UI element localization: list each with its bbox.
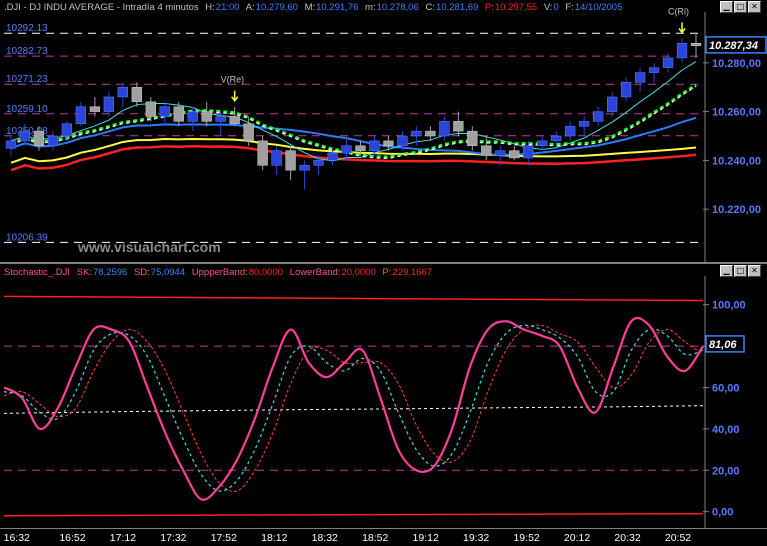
candle-body xyxy=(453,121,464,132)
candle-body xyxy=(341,145,352,154)
candle-body xyxy=(634,72,646,83)
time-axis-label: 20:32 xyxy=(614,532,641,544)
stoch-y-tick-label: 100,00 xyxy=(712,300,746,312)
current-price-label: 10.287,34 xyxy=(709,40,758,52)
stoch-upper-envelope xyxy=(3,295,704,302)
stoch-y-tick-label: 0,00 xyxy=(712,507,733,519)
time-axis-label: 20:12 xyxy=(563,532,591,544)
candle-body xyxy=(481,145,492,156)
candle-body xyxy=(690,43,702,46)
stoch-y-tick-label: 40,00 xyxy=(712,424,740,436)
time-axis-label: 19:32 xyxy=(463,532,490,544)
time-axis-label: 19:12 xyxy=(412,532,439,544)
time-axis: 16:32 16:52 17:12 17:32 17:52 18:12 18:32 18:52… xyxy=(0,528,767,546)
candle-body xyxy=(495,150,506,156)
red-moving-average xyxy=(10,145,697,172)
price-y-tick-label: 10.260,00 xyxy=(712,107,761,119)
candle-body xyxy=(61,123,73,137)
candle-body xyxy=(5,140,17,149)
annotation-arrow xyxy=(678,22,686,34)
candle-body xyxy=(313,160,324,166)
candle-body xyxy=(606,96,618,112)
candle-body xyxy=(648,67,660,73)
time-axis-label: 18:12 xyxy=(261,532,288,544)
blue-moving-average xyxy=(10,116,697,156)
candle-body xyxy=(285,150,296,171)
candle-body xyxy=(117,86,128,98)
time-axis-label: 18:32 xyxy=(311,532,338,544)
time-axis-label: 19:52 xyxy=(513,532,540,544)
candle-body xyxy=(159,106,170,117)
candle-body xyxy=(593,111,604,122)
candle-body xyxy=(397,135,408,147)
candle-body xyxy=(467,130,478,147)
time-axis-label: 16:32 xyxy=(3,532,30,544)
price-chart-svg: 10292.1310282.7310271.2310259.1010250.08… xyxy=(4,6,767,262)
stochastic-panel: Stochastic_.DJI SK:78,2596 SD:75,0944 Up… xyxy=(0,264,767,528)
time-axis-label: 16:52 xyxy=(59,532,86,544)
candle-body xyxy=(299,165,310,171)
candle-body xyxy=(257,140,268,166)
candle-body xyxy=(229,116,240,125)
candle-body xyxy=(75,106,87,125)
candle-body xyxy=(537,140,548,147)
annotation-label: V(Re) xyxy=(221,75,245,85)
stochastic-chart-svg: 100,0080,0060,0040,0020,000,0081,06 xyxy=(3,276,746,528)
stoch-lower-envelope xyxy=(3,512,704,517)
candle-body xyxy=(145,101,156,117)
stoch-y-tick-label: 60,00 xyxy=(712,382,740,394)
candle-body xyxy=(509,150,520,159)
time-axis-label: 17:32 xyxy=(160,532,187,544)
stoch-y-tick-label: 20,00 xyxy=(712,465,740,477)
candle-body xyxy=(369,140,380,151)
time-axis-label: 17:12 xyxy=(109,532,137,544)
level-label: 10206.39 xyxy=(6,232,48,243)
price-chart-panel: .DJI - DJ INDU AVERAGE - Intradía 4 minu… xyxy=(0,0,767,262)
candle-body xyxy=(33,130,45,147)
level-label: 10292.13 xyxy=(6,23,48,34)
time-axis-label: 20:52 xyxy=(664,532,692,544)
candle-body xyxy=(19,130,31,142)
candle-body xyxy=(131,86,142,103)
annotation-label: C(Ri) xyxy=(668,6,689,16)
candle-body xyxy=(47,135,59,147)
watermark-text: www.visualchart.com xyxy=(77,239,221,255)
candle-body xyxy=(551,135,562,142)
candle-body xyxy=(89,106,101,112)
time-axis-label: 17:52 xyxy=(210,532,237,544)
candle-body xyxy=(383,140,394,147)
price-y-tick-label: 10.280,00 xyxy=(712,58,761,70)
candle-body xyxy=(187,111,198,122)
candle-body xyxy=(355,145,366,151)
time-axis-label: 18:52 xyxy=(362,532,389,544)
level-label: 10271.23 xyxy=(6,74,48,85)
candle-body xyxy=(523,145,534,159)
stoch-current-label: 81,06 xyxy=(709,339,737,351)
candle-body xyxy=(425,130,436,137)
candle-body xyxy=(327,152,338,161)
candle-body xyxy=(215,116,226,122)
candle-body xyxy=(103,96,114,112)
candle-body xyxy=(565,125,576,137)
candle-body xyxy=(271,150,282,166)
level-label: 10282.73 xyxy=(6,46,48,57)
price-y-tick-label: 10.240,00 xyxy=(712,155,761,167)
level-label: 10259.10 xyxy=(6,104,48,115)
annotation-arrow xyxy=(231,90,239,102)
candle-body xyxy=(411,130,422,137)
candle-body xyxy=(243,123,254,142)
candle-body xyxy=(676,43,688,59)
candle-body xyxy=(579,121,590,127)
candle-body xyxy=(620,82,632,98)
candle-body xyxy=(439,121,450,137)
candle-body xyxy=(662,57,674,68)
price-y-tick-label: 10.220,00 xyxy=(712,204,761,216)
candle-body xyxy=(173,106,184,122)
candle-body xyxy=(201,111,212,122)
